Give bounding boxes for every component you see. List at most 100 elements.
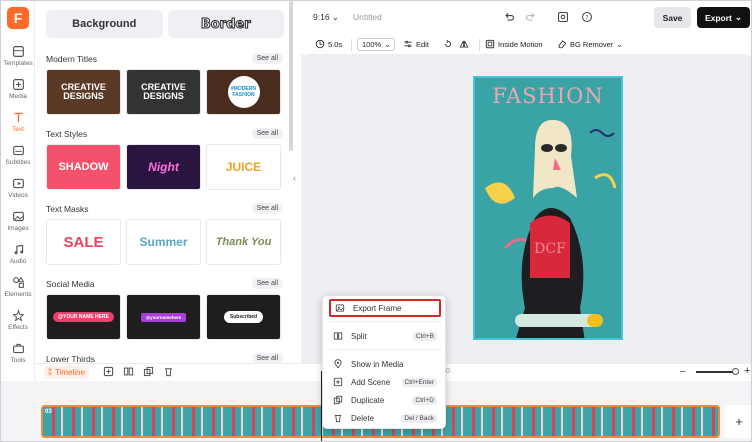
split-icon [333, 332, 343, 340]
toolbar-divider [351, 39, 352, 51]
section-title-text-styles: Text Styles [46, 129, 88, 139]
zoom-select[interactable]: 100% ⌄ [357, 38, 396, 51]
aspect-ratio-select[interactable]: 9:16 ⌄ [313, 12, 339, 23]
inside-motion-button[interactable]: Inside Motion [485, 39, 543, 49]
export-button[interactable]: Export ⌄ [697, 7, 750, 28]
thumb-text-style-shadow[interactable]: SHADOW [46, 144, 121, 190]
thumb-social-media-3[interactable]: Subscribed [206, 294, 281, 340]
timeline-zoom-handle[interactable] [732, 368, 739, 375]
rail-item-audio[interactable]: Audio [1, 241, 35, 271]
aspect-ratio-value: 9:16 [313, 12, 330, 22]
rail-item-effects[interactable]: Effects [1, 307, 35, 337]
bg-remover-button[interactable]: BG Remover ⌄ [557, 39, 623, 49]
artboard[interactable]: DCF FASHION [473, 76, 623, 340]
sliders-icon [404, 40, 412, 48]
effects-icon [11, 309, 25, 322]
see-all-text-masks[interactable]: See all [251, 203, 283, 214]
panel-collapse-icon[interactable]: ‹ [293, 173, 301, 191]
svg-text:?: ? [585, 14, 588, 21]
app-window: F Templates Media Text Subtitles Videos … [0, 0, 752, 442]
rail-item-images[interactable]: Images [1, 208, 35, 238]
export-frame-icon [335, 304, 345, 312]
border-button[interactable]: Border [167, 10, 284, 38]
screen-record-icon[interactable] [555, 9, 571, 25]
duration-control[interactable]: 5.0s [315, 39, 342, 49]
edit-button[interactable]: Edit [403, 39, 429, 49]
add-track-button[interactable]: + [725, 405, 751, 438]
menu-item-add-scene[interactable]: Add Scene Ctrl+Enter [329, 373, 441, 391]
rail-item-templates[interactable]: Templates [1, 43, 35, 73]
rail-item-tools[interactable]: Tools [1, 340, 35, 370]
project-title[interactable]: Untitled [353, 12, 382, 22]
menu-item-show-in-media[interactable]: Show in Media [329, 355, 441, 373]
menu-item-export-frame[interactable]: Export Frame [329, 299, 441, 317]
thumb-social-media-1[interactable]: @YOUR NAME HERE [46, 294, 121, 340]
thumb-text: Summer [139, 235, 188, 249]
duplicate-icon[interactable] [143, 366, 155, 378]
thumb-text-mask-sale[interactable]: SALE [46, 219, 121, 265]
app-logo[interactable]: F [7, 7, 29, 29]
toolbar-divider [479, 39, 480, 51]
timeline-label: Timeline [55, 368, 85, 377]
zoom-in-icon[interactable]: + [744, 365, 750, 377]
thumb-text: SHADOW [58, 161, 109, 173]
flip-icon[interactable] [459, 39, 469, 49]
rotate-icon[interactable] [443, 39, 453, 49]
menu-item-delete[interactable]: Delete Del / Back [329, 409, 441, 427]
panel-scrollbar[interactable] [289, 1, 293, 151]
rail-label-subtitles: Subtitles [5, 159, 31, 166]
thumb-text: @YOUR NAME HERE [53, 312, 114, 322]
thumb-text-style-juice[interactable]: JUICE [206, 144, 281, 190]
duplicate-icon [333, 395, 343, 405]
rail-label-audio: Audio [9, 258, 27, 265]
see-all-social-media[interactable]: See all [251, 278, 283, 289]
clock-icon [315, 39, 325, 49]
menu-separator [329, 349, 441, 350]
rail-item-media[interactable]: Media [1, 76, 35, 106]
canvas-headline[interactable]: FASHION [475, 84, 621, 108]
zoom-out-icon[interactable]: – [680, 366, 686, 377]
rail-item-subtitles[interactable]: Subtitles [1, 142, 35, 172]
subtitles-icon [12, 145, 24, 156]
rail-item-videos[interactable]: Videos [1, 175, 35, 205]
thumb-social-media-2[interactable]: @yournamehere [126, 294, 201, 340]
thumb-modern-title-1[interactable]: CREATIVE DESIGNS [46, 69, 121, 115]
split-icon[interactable] [123, 366, 135, 378]
see-all-lower-thirds[interactable]: See all [251, 353, 283, 363]
duration-value: 5.0s [328, 39, 343, 49]
menu-shortcut: Del / Back [401, 413, 437, 423]
add-scene-icon [333, 377, 343, 387]
svg-text:DCF: DCF [534, 241, 566, 257]
rail-label-effects: Effects [8, 324, 28, 331]
see-all-text-styles[interactable]: See all [251, 128, 283, 139]
thumb-text-mask-thank-you[interactable]: Thank You [206, 219, 281, 265]
add-scene-icon[interactable] [103, 366, 115, 378]
export-label: Export [704, 12, 732, 23]
timeline-zoom-slider[interactable] [696, 371, 736, 373]
see-all-modern-titles[interactable]: See all [251, 53, 283, 64]
save-button[interactable]: Save [654, 7, 691, 28]
help-icon[interactable]: ? [579, 9, 595, 25]
menu-item-duplicate[interactable]: Duplicate Ctrl+D [329, 391, 441, 409]
edit-label: Edit [416, 39, 429, 49]
undo-icon[interactable] [501, 9, 517, 25]
background-button[interactable]: Background [46, 10, 163, 38]
delete-icon[interactable] [163, 366, 175, 378]
thumb-modern-title-3[interactable]: #MODERN FASHION [206, 69, 281, 115]
menu-item-split[interactable]: Split Ctrl+B [329, 327, 441, 345]
thumb-text: SALE [63, 233, 104, 251]
menu-label: Split [351, 331, 367, 341]
thumb-text: #MODERN FASHION [227, 76, 260, 108]
text-panel: Background Border Modern Titles See all … [36, 1, 291, 363]
menu-label: Export Frame [353, 303, 402, 313]
thumb-text-style-night[interactable]: Night [126, 144, 201, 190]
redo-icon[interactable] [523, 9, 539, 25]
thumb-text: Thank You [215, 235, 272, 248]
thumb-modern-title-2[interactable]: CREATIVE DESIGNS [126, 69, 201, 115]
search-icon [587, 314, 603, 327]
thumb-text-mask-summer[interactable]: Summer [126, 219, 201, 265]
rail-item-elements[interactable]: Elements [1, 274, 35, 304]
rail-item-text[interactable]: Text [1, 109, 35, 139]
menu-label: Add Scene [351, 377, 391, 387]
timeline-toggle[interactable]: ⁑ Timeline [44, 366, 89, 379]
